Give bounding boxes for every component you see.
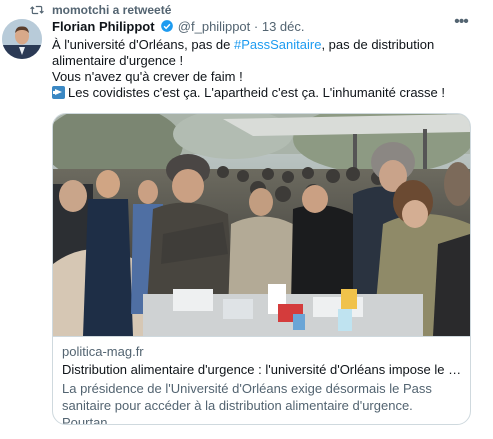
card-title[interactable]: Distribution alimentaire d'urgence : l'u… bbox=[62, 362, 462, 377]
tweet-date[interactable]: 13 déc. bbox=[262, 19, 305, 34]
verified-badge-icon bbox=[161, 20, 174, 32]
retweet-icon bbox=[30, 5, 44, 15]
card-domain: politica-mag.fr bbox=[62, 344, 144, 359]
hashtag-link[interactable]: #PassSanitaire bbox=[234, 37, 321, 52]
more-options-icon[interactable]: ••• bbox=[451, 14, 471, 35]
author-handle[interactable]: @f_philippot bbox=[178, 19, 250, 34]
card-image bbox=[53, 114, 470, 336]
tweet-text: À l'université d'Orléans, pas de #PassSa… bbox=[52, 37, 472, 101]
author-name[interactable]: Florian Philippot bbox=[52, 19, 155, 34]
tweet-line-3: Les covidistes c'est ça. L'apartheid c'e… bbox=[52, 85, 472, 101]
tweet-line-1-prefix: À l'université d'Orléans, pas de bbox=[52, 37, 234, 52]
tweet-line-2: Vous n'avez qu'à crever de faim ! bbox=[52, 69, 243, 84]
card-body: politica-mag.fr Distribution alimentaire… bbox=[53, 336, 470, 425]
card-photo bbox=[53, 114, 470, 336]
card-description: La présidence de l'Université d'Orléans … bbox=[62, 381, 432, 425]
tweet-line-1: À l'université d'Orléans, pas de #PassSa… bbox=[52, 37, 472, 69]
separator-dot: · bbox=[253, 19, 259, 34]
profile-photo bbox=[2, 19, 42, 59]
retweeter-label[interactable]: momotchi a retweeté bbox=[52, 3, 171, 17]
avatar[interactable] bbox=[2, 19, 42, 59]
tweet-line-3-text: Les covidistes c'est ça. L'apartheid c'e… bbox=[68, 85, 446, 100]
tweet-header: Florian Philippot @f_philippot · 13 déc. bbox=[52, 19, 305, 37]
right-arrow-emoji-icon bbox=[52, 86, 65, 99]
retweet-header: momotchi a retweeté bbox=[0, 0, 493, 20]
link-card[interactable]: politica-mag.fr Distribution alimentaire… bbox=[52, 113, 471, 425]
